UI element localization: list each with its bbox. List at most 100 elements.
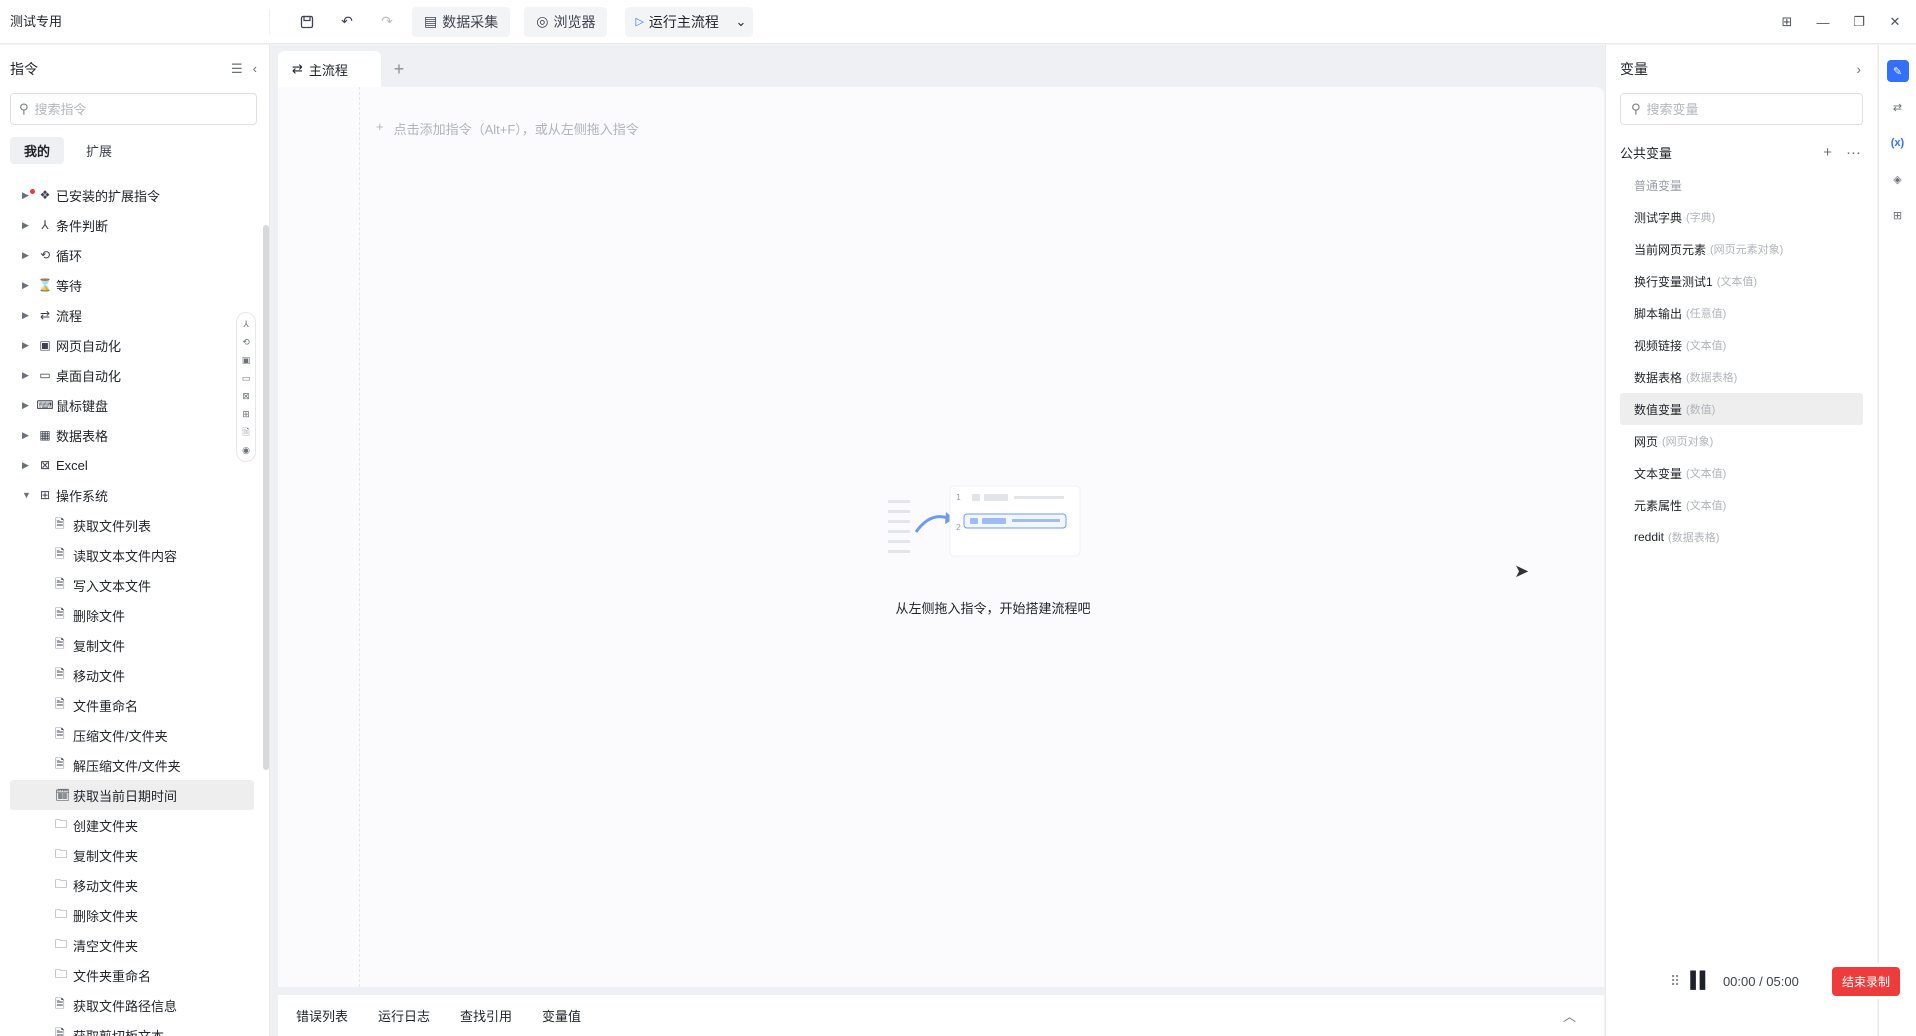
add-variable-icon[interactable]: + — [1823, 144, 1832, 161]
variable-item[interactable]: 数据表格 (数据表格) — [1606, 361, 1877, 393]
variable-item[interactable]: 当前网页元素 (网页元素对象) — [1606, 233, 1877, 265]
category-desktop-automation[interactable]: ▶ ▭ 桌面自动化 — [0, 360, 262, 390]
command-get-clipboard-text[interactable]: 🗎 获取剪切板文本 — [0, 1020, 262, 1036]
tab-error-list[interactable]: 错误列表 — [296, 1006, 348, 1025]
command-rename-file[interactable]: 🗎 文件重命名 — [0, 690, 262, 720]
command-copy-folder[interactable]: 🗀 复制文件夹 — [0, 840, 262, 870]
category-operating-system[interactable]: ▼ ⊞ 操作系统 — [0, 480, 262, 510]
category-condition[interactable]: ▶ ⅄ 条件判断 — [0, 210, 262, 240]
tab-variable-values[interactable]: 变量值 — [542, 1006, 581, 1025]
variable-item[interactable]: 脚本输出 (任意值) — [1606, 297, 1877, 329]
variable-search-input[interactable] — [1646, 101, 1852, 117]
folder-icon: 🗀 — [55, 906, 68, 921]
command-get-current-datetime[interactable]: 🗓 获取当前日期时间 — [10, 780, 254, 810]
category-mouse-keyboard[interactable]: ▶ ⌨ 鼠标键盘 — [0, 390, 262, 420]
expand-arrow-icon: ▶ — [22, 369, 29, 380]
command-label: 清空文件夹 — [73, 938, 139, 954]
command-compress[interactable]: 🗎 压缩文件/文件夹 — [0, 720, 262, 750]
command-rename-folder[interactable]: 🗀 文件夹重命名 — [0, 960, 262, 990]
category-loop[interactable]: ▶ ⟲ 循环 — [0, 240, 262, 270]
flow-canvas[interactable]: + 点击添加指令（Alt+F），或从左侧拖入指令 1 2 从左侧拖入指令，开始搭… — [278, 87, 1604, 987]
variable-list: 普通变量 测试字典 (字典) 当前网页元素 (网页元素对象) 换行变量测试1 (文本值… — [1606, 169, 1877, 553]
command-get-file-list[interactable]: 🗎 获取文件列表 — [0, 510, 262, 540]
tab-main-flow[interactable]: ⇄ 主流程 — [278, 51, 381, 87]
browser-button[interactable]: ◎ 浏览器 — [524, 6, 608, 37]
web-icon[interactable]: ▣ — [242, 353, 251, 368]
drag-handle-icon[interactable]: ⠿ — [1670, 973, 1680, 990]
chevron-up-icon[interactable]: ︿ — [1563, 1006, 1576, 1025]
category-flow[interactable]: ▶ ⇄ 流程 — [0, 300, 262, 330]
ai-icon[interactable]: ◉ — [242, 443, 250, 458]
close-button[interactable]: ✕ — [1882, 7, 1908, 37]
variable-item[interactable]: 换行变量测试1 (文本值) — [1606, 265, 1877, 297]
minimize-button[interactable]: — — [1810, 7, 1836, 37]
loop-icon[interactable]: ⟲ — [242, 335, 250, 350]
add-flow-tab-button[interactable]: + — [381, 51, 417, 87]
variables-button[interactable]: (x) — [1887, 132, 1909, 154]
command-move-file[interactable]: 🗎 移动文件 — [0, 660, 262, 690]
category-web-automation[interactable]: ▶ ▣ 网页自动化 — [0, 330, 262, 360]
undo-button[interactable]: ↶ — [332, 7, 362, 37]
command-get-path-info[interactable]: 🗎 获取文件路径信息 — [0, 990, 262, 1020]
os-icon[interactable]: ⊞ — [242, 407, 250, 422]
category-wait[interactable]: ▶ ⌛ 等待 — [0, 270, 262, 300]
desktop-icon[interactable]: ▭ — [242, 371, 251, 386]
variable-item[interactable]: 元素属性 (文本值) — [1606, 489, 1877, 521]
command-delete-file[interactable]: 🗎 删除文件 — [0, 600, 262, 630]
redo-button[interactable]: ↷ — [372, 7, 402, 37]
run-main-flow-button[interactable]: ▷ 运行主流程 — [625, 12, 728, 32]
command-read-text-file[interactable]: 🗎 读取文本文件内容 — [0, 540, 262, 570]
collapse-panel-icon[interactable]: ‹ — [253, 61, 257, 77]
excel-icon[interactable]: ⊠ — [242, 389, 250, 404]
command-write-text-file[interactable]: 🗎 写入文本文件 — [0, 570, 262, 600]
folder-icon: 🗀 — [55, 816, 68, 831]
variable-item[interactable]: 普通变量 — [1606, 169, 1877, 201]
command-clear-folder[interactable]: 🗀 清空文件夹 — [0, 930, 262, 960]
ai-assistant-button[interactable]: ✎ — [1886, 60, 1909, 82]
variable-item[interactable]: 视频链接 (文本值) — [1606, 329, 1877, 361]
variable-item[interactable]: reddit (数据表格) — [1606, 521, 1877, 553]
variable-item[interactable]: 文本变量 (文本值) — [1606, 457, 1877, 489]
element-library-button[interactable]: ⊞ — [1887, 204, 1909, 226]
save-button[interactable] — [292, 7, 322, 37]
run-options-dropdown[interactable]: ⌄ — [729, 14, 753, 30]
tab-run-log[interactable]: 运行日志 — [378, 1006, 430, 1025]
more-icon[interactable]: ··· — [1846, 144, 1861, 161]
command-delete-folder[interactable]: 🗀 删除文件夹 — [0, 900, 262, 930]
restore-button[interactable]: ❐ — [1846, 7, 1872, 37]
command-move-folder[interactable]: 🗀 移动文件夹 — [0, 870, 262, 900]
category-installed-extensions[interactable]: ▶ ❖ 已安装的扩展指令 — [0, 180, 262, 210]
command-decompress[interactable]: 🗎 解压缩文件/文件夹 — [0, 750, 262, 780]
variable-name: 普通变量 — [1634, 178, 1683, 193]
tab-extension[interactable]: 扩展 — [72, 137, 126, 164]
command-label: 读取文本文件内容 — [73, 548, 178, 564]
add-command-hint[interactable]: + 点击添加指令（Alt+F），或从左侧拖入指令 — [376, 119, 639, 138]
category-label: 流程 — [56, 308, 83, 324]
layout-button[interactable]: ⊞ — [1774, 7, 1800, 37]
sort-icon[interactable]: ☰ — [231, 61, 243, 77]
tab-mine[interactable]: 我的 — [10, 137, 65, 164]
calendar-file-icon: 🗓 — [55, 788, 71, 802]
branch-icon[interactable]: ⅄ — [243, 317, 249, 332]
flow-button[interactable]: ⇄ — [1887, 96, 1909, 118]
data-collect-button[interactable]: ▤ 数据采集 — [412, 6, 511, 37]
command-scrollbar[interactable] — [263, 225, 269, 770]
file-icon: 🗎 — [55, 696, 65, 711]
recording-time: 00:00 / 05:00 — [1722, 973, 1799, 989]
variable-item[interactable]: 测试字典 (字典) — [1606, 201, 1877, 233]
pause-icon[interactable]: ▌▌ — [1690, 972, 1711, 990]
variable-item[interactable]: 网页 (网页对象) — [1606, 425, 1877, 457]
layers-button[interactable]: ◈ — [1887, 168, 1909, 190]
file-icon: 🗎 — [55, 756, 65, 771]
tab-find-references[interactable]: 查找引用 — [460, 1006, 512, 1025]
stop-recording-button[interactable]: 结束录制 — [1831, 966, 1900, 996]
file-icon[interactable]: 🗎 — [242, 425, 249, 440]
category-data-table[interactable]: ▶ ▦ 数据表格 — [0, 420, 262, 450]
category-excel[interactable]: ▶ ⊠ Excel — [0, 450, 262, 480]
chevron-right-icon[interactable]: › — [1856, 61, 1861, 77]
command-search-input[interactable] — [34, 101, 248, 117]
variable-item[interactable]: 数值变量 (数值) — [1620, 393, 1863, 425]
expand-arrow-icon: ▶ — [22, 399, 29, 410]
command-create-folder[interactable]: 🗀 创建文件夹 — [0, 810, 262, 840]
command-copy-file[interactable]: 🗎 复制文件 — [0, 630, 262, 660]
